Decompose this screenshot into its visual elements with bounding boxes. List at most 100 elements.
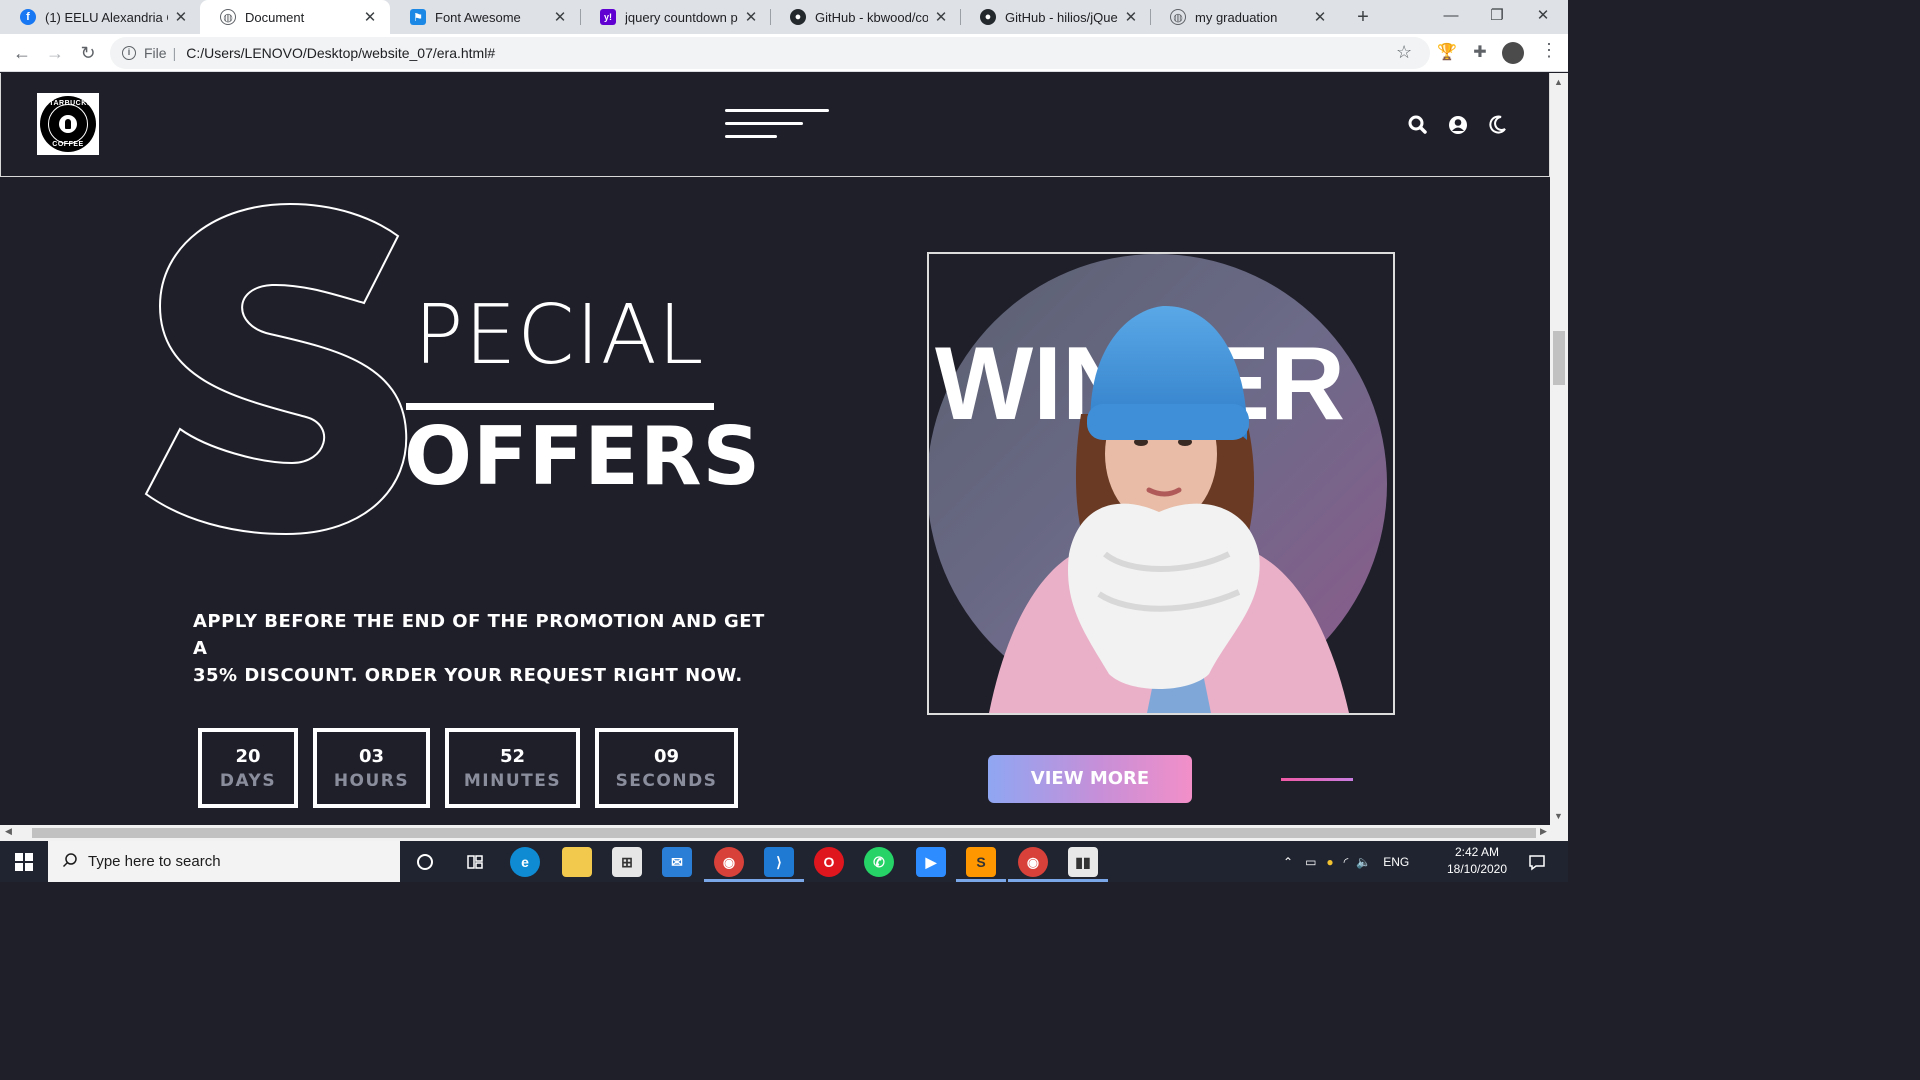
countdown-label: SECONDS xyxy=(615,771,718,791)
scrollbar-thumb[interactable] xyxy=(32,828,1536,838)
logo-badge: STARBUCKS COFFEE xyxy=(40,96,96,152)
file-explorer-icon[interactable] xyxy=(562,847,592,877)
scheme-divider: | xyxy=(172,45,177,61)
clock-date: 18/10/2020 xyxy=(1446,862,1508,876)
close-window-button[interactable]: ✕ xyxy=(1520,0,1566,34)
zoom-icon[interactable]: ▶ xyxy=(916,847,946,877)
starbucks-logo[interactable]: STARBUCKS COFFEE xyxy=(37,93,99,155)
info-icon[interactable]: i xyxy=(122,46,136,60)
restore-button[interactable]: ❐ xyxy=(1474,0,1520,34)
yahoo-icon: y! xyxy=(600,9,616,25)
github-icon: ● xyxy=(980,9,996,25)
whatsapp-icon[interactable]: ✆ xyxy=(864,847,894,877)
horizontal-scrollbar[interactable]: ◀ ▶ xyxy=(0,825,1568,841)
url-text: C:/Users/LENOVO/Desktop/website_07/era.h… xyxy=(186,45,496,61)
view-more-button[interactable]: VIEW MORE xyxy=(988,755,1192,803)
countdown-value: 09 xyxy=(653,746,680,767)
chevron-up-icon[interactable]: ⌃ xyxy=(1283,855,1293,869)
opera-icon[interactable]: O xyxy=(814,847,844,877)
taskbar-clock[interactable]: 2:42 AM 18/10/2020 xyxy=(1440,844,1514,878)
sublime-icon[interactable]: S xyxy=(966,847,996,877)
flag-icon: ⚑ xyxy=(410,9,426,25)
windows-taskbar: Type here to search e ⊞ ✉ ◉ ⟩ O ✆ ▶ S ◉ … xyxy=(0,841,1568,882)
hamburger-menu-button[interactable] xyxy=(725,107,829,141)
close-icon[interactable]: ✕ xyxy=(552,8,568,26)
search-icon xyxy=(62,852,78,872)
tab-title: jquery countdown plug xyxy=(625,9,738,25)
minimize-button[interactable]: — xyxy=(1428,0,1474,34)
close-icon[interactable]: ✕ xyxy=(362,8,378,26)
promo-line-2: 35% DISCOUNT. ORDER YOUR REQUEST RIGHT N… xyxy=(193,665,743,686)
app-icon[interactable]: ▮▮ xyxy=(1068,847,1098,877)
battery-icon[interactable]: ▭ xyxy=(1305,855,1316,869)
tab-title: (1) EELU Alexandria Co xyxy=(45,9,168,25)
tab-document[interactable]: ◍ Document ✕ xyxy=(200,0,390,34)
winter-feature-image: WINTER xyxy=(927,252,1395,715)
tab-my-graduation[interactable]: ◍ my graduation ✕ xyxy=(1150,0,1340,34)
countdown-days: 20 DAYS xyxy=(198,728,298,808)
close-icon[interactable]: ✕ xyxy=(934,8,948,26)
edge-icon[interactable]: e xyxy=(510,847,540,877)
shield-tray-icon[interactable]: ● xyxy=(1326,855,1333,869)
tab-title: GitHub - kbwood/coun xyxy=(815,9,928,25)
forward-button[interactable]: → xyxy=(42,40,68,66)
facebook-icon: f xyxy=(20,9,36,25)
tab-eelu[interactable]: f (1) EELU Alexandria Co ✕ xyxy=(0,0,200,34)
menu-line xyxy=(725,122,803,125)
scroll-up-icon[interactable]: ▲ xyxy=(1554,77,1563,87)
scroll-left-icon[interactable]: ◀ xyxy=(5,826,12,837)
tab-title: my graduation xyxy=(1195,9,1278,25)
tab-github-kbwood[interactable]: ● GitHub - kbwood/coun ✕ xyxy=(770,0,960,34)
volume-icon[interactable]: 🔈 xyxy=(1356,855,1371,869)
slider-indicator[interactable] xyxy=(1281,778,1353,781)
moon-icon[interactable] xyxy=(1486,113,1510,137)
scroll-down-icon[interactable]: ▼ xyxy=(1554,811,1563,821)
reload-button[interactable]: ↻ xyxy=(75,40,101,66)
user-circle-icon[interactable] xyxy=(1446,113,1470,137)
system-tray: ⌃ ▭ ● ◜ 🔈 ENG xyxy=(1283,841,1409,882)
hero-outline-letter-s xyxy=(140,191,410,544)
scroll-right-icon[interactable]: ▶ xyxy=(1540,826,1547,837)
close-icon[interactable]: ✕ xyxy=(744,8,758,26)
search-placeholder: Type here to search xyxy=(88,853,221,870)
extensions-puzzle-icon[interactable]: ✚ xyxy=(1470,42,1490,62)
close-icon[interactable]: ✕ xyxy=(1124,8,1138,26)
tab-title: Document xyxy=(245,9,305,25)
trophy-extension-icon[interactable]: 🏆 xyxy=(1437,42,1457,62)
vscode-icon[interactable]: ⟩ xyxy=(764,847,794,877)
bookmark-star-icon[interactable]: ☆ xyxy=(1396,42,1412,63)
countdown-seconds: 09 SECONDS xyxy=(595,728,738,808)
close-icon[interactable]: ✕ xyxy=(174,8,188,26)
profile-avatar[interactable] xyxy=(1502,42,1524,64)
close-icon[interactable]: ✕ xyxy=(1312,8,1328,26)
tab-font-awesome[interactable]: ⚑ Font Awesome ✕ xyxy=(390,0,580,34)
tab-github-hilios[interactable]: ● GitHub - hilios/jQuery. ✕ xyxy=(960,0,1150,34)
new-tab-button[interactable]: + xyxy=(1352,4,1374,30)
search-icon[interactable] xyxy=(1406,113,1430,137)
wifi-icon[interactable]: ◜ xyxy=(1344,855,1349,869)
task-view-icon[interactable] xyxy=(460,847,490,877)
chrome-profile-icon[interactable]: ◉ xyxy=(1018,847,1048,877)
menu-line xyxy=(725,109,829,112)
scrollbar-thumb[interactable] xyxy=(1553,331,1565,385)
clock-time: 2:42 AM xyxy=(1454,845,1500,859)
taskbar-search-input[interactable]: Type here to search xyxy=(48,841,400,882)
countdown-value: 03 xyxy=(358,746,385,767)
chrome-icon[interactable]: ◉ xyxy=(714,847,744,877)
active-app-indicator xyxy=(704,879,754,882)
language-indicator[interactable]: ENG xyxy=(1383,855,1409,869)
hero-heading-rest: PECIAL xyxy=(414,288,705,383)
back-button[interactable]: ← xyxy=(9,40,35,66)
cortana-icon[interactable] xyxy=(410,847,440,877)
windows-start-button[interactable] xyxy=(0,841,48,882)
tab-jquery-countdown[interactable]: y! jquery countdown plug ✕ xyxy=(580,0,770,34)
store-icon[interactable]: ⊞ xyxy=(612,847,642,877)
vertical-scrollbar[interactable]: ▲ ▼ xyxy=(1550,73,1568,825)
mail-icon[interactable]: ✉ xyxy=(662,847,692,877)
scheme-label: File xyxy=(144,45,167,61)
active-app-indicator xyxy=(1058,879,1108,882)
notification-icon[interactable] xyxy=(1522,847,1552,877)
browser-menu-icon[interactable]: ⋮ xyxy=(1540,40,1558,61)
globe-icon: ◍ xyxy=(1170,9,1186,25)
address-bar[interactable]: i File | C:/Users/LENOVO/Desktop/website… xyxy=(110,37,1430,69)
